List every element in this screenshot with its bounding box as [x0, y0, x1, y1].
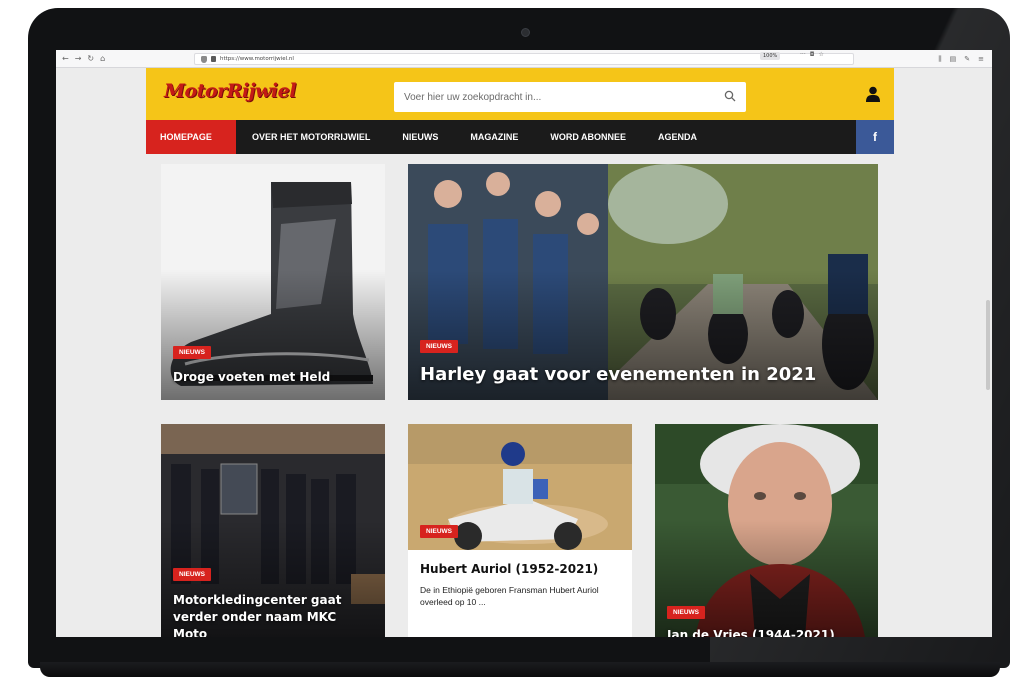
laptop-base — [40, 662, 1000, 677]
extension-icon[interactable]: ✎ — [964, 50, 970, 68]
back-icon[interactable]: ← — [62, 50, 69, 68]
article-card[interactable]: NIEUWS Motorkledingcenter gaat verder on… — [161, 424, 385, 637]
browser-nav-buttons: ← → ↻ ⌂ — [56, 50, 176, 68]
article-card[interactable]: NIEUWS Droge voeten met Held — [161, 164, 385, 400]
search-box — [394, 82, 746, 112]
nav-item-homepage[interactable]: HOMEPAGE — [146, 120, 236, 154]
card-gradient — [655, 519, 878, 637]
site-logo[interactable]: MotorRijwiel — [164, 80, 296, 102]
zoom-level[interactable]: 100% — [760, 52, 781, 60]
search-input[interactable] — [404, 91, 714, 103]
nav-item-abonnee[interactable]: WORD ABONNEE — [534, 120, 642, 154]
category-badge[interactable]: NIEUWS — [420, 340, 458, 353]
search-icon[interactable] — [724, 90, 736, 102]
nav-item-over[interactable]: OVER HET MOTORRIJWIEL — [236, 120, 386, 154]
home-icon[interactable]: ⌂ — [100, 50, 105, 68]
category-badge[interactable]: NIEUWS — [420, 525, 458, 538]
forward-icon[interactable]: → — [75, 50, 82, 68]
lock-icon — [211, 56, 216, 62]
category-badge[interactable]: NIEUWS — [173, 568, 211, 581]
address-bar-icons: ··· ◘ ☆ — [800, 51, 824, 58]
article-card[interactable]: NIEUWS Hubert Auriol (1952-2021) De in E… — [408, 424, 632, 637]
site-header: MotorRijwiel — [146, 68, 894, 120]
nav-item-magazine[interactable]: MAGAZINE — [454, 120, 534, 154]
reload-icon[interactable]: ↻ — [87, 50, 94, 68]
article-card-featured[interactable]: NIEUWS Harley gaat voor evenementen in 2… — [408, 164, 878, 400]
webcam — [521, 28, 530, 37]
menu-icon[interactable]: ≡ — [978, 50, 984, 68]
facebook-button[interactable]: f — [856, 120, 894, 154]
main-nav: HOMEPAGE OVER HET MOTORRIJWIEL NIEUWS MA… — [146, 120, 894, 154]
article-excerpt: De in Ethiopië geboren Fransman Hubert A… — [420, 585, 599, 607]
library-icon[interactable]: ⫼ — [938, 50, 941, 68]
nav-item-agenda[interactable]: AGENDA — [642, 120, 713, 154]
shield-icon — [201, 55, 207, 63]
screen: ← → ↻ ⌂ https://www.motorrijwiel.nl 100%… — [56, 50, 992, 637]
toolbar-right-icons: ⫼ ▤ ✎ ≡ — [938, 50, 984, 68]
category-badge[interactable]: NIEUWS — [667, 606, 705, 619]
category-badge[interactable]: NIEUWS — [173, 346, 211, 359]
url-text: https://www.motorrijwiel.nl — [220, 56, 294, 62]
card-body: Hubert Auriol (1952-2021) De in Ethiopië… — [408, 550, 632, 637]
user-icon[interactable] — [866, 86, 880, 102]
nav-item-nieuws[interactable]: NIEUWS — [386, 120, 454, 154]
article-card[interactable]: NIEUWS Jan de Vries (1944-2021) — [655, 424, 878, 637]
article-title[interactable]: Jan de Vries (1944-2021) — [667, 628, 867, 637]
pocket-icon[interactable]: ◘ — [810, 51, 815, 58]
article-title[interactable]: Harley gaat voor evenementen in 2021 — [420, 364, 860, 385]
article-title[interactable]: Hubert Auriol (1952-2021) — [420, 562, 598, 576]
article-title[interactable]: Droge voeten met Held — [173, 370, 373, 384]
address-bar[interactable]: https://www.motorrijwiel.nl — [194, 53, 854, 65]
article-title[interactable]: Motorkledingcenter gaat verder onder naa… — [173, 592, 373, 637]
browser-toolbar: ← → ↻ ⌂ https://www.motorrijwiel.nl 100%… — [56, 50, 992, 68]
more-icon[interactable]: ··· — [800, 51, 806, 58]
scrollbar[interactable] — [986, 300, 990, 390]
sidebar-icon[interactable]: ▤ — [950, 50, 957, 68]
star-icon[interactable]: ☆ — [818, 51, 823, 58]
